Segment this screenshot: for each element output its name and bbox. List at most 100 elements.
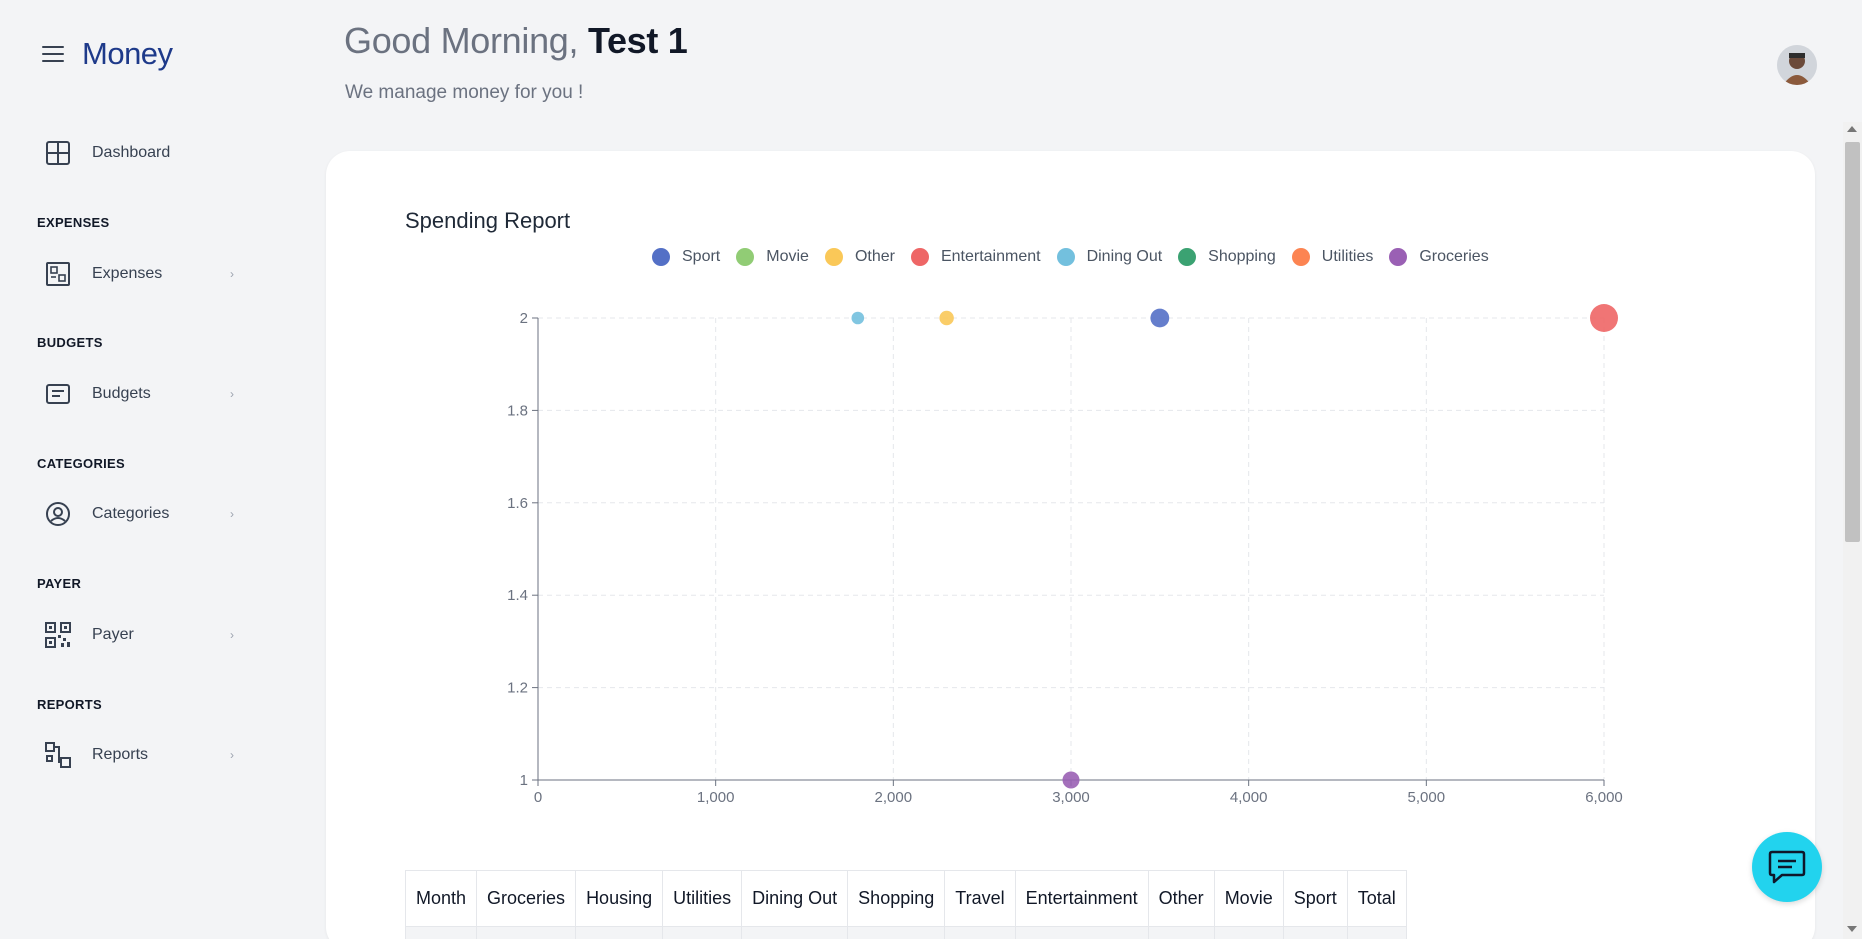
legend-swatch — [824, 248, 843, 266]
sidebar-item-label: Dashboard — [92, 144, 171, 161]
legend-item[interactable]: Movie — [736, 248, 809, 266]
legend-item[interactable]: Sport — [652, 248, 720, 266]
table-cell — [575, 926, 664, 939]
sidebar-item-label: Categories — [92, 505, 170, 522]
legend-item[interactable]: Other — [824, 248, 895, 266]
expenses-icon — [44, 260, 72, 288]
chat-button[interactable] — [1752, 832, 1822, 902]
chart-legend: Sport Movie Other Entertainment Dining Out Sh… — [652, 248, 1505, 266]
y-tick-label: 1.2 — [507, 680, 528, 697]
legend-label: Entertainment — [940, 248, 1041, 265]
sidebar-item-categories[interactable]: Categories › — [44, 498, 234, 530]
legend-swatch — [1291, 248, 1310, 266]
x-tick-label: 2,000 — [875, 789, 913, 806]
x-tick-label: 3,000 — [1052, 789, 1090, 806]
table-cell — [1014, 926, 1149, 939]
reports-icon — [44, 741, 72, 769]
column-header[interactable]: Other — [1147, 870, 1215, 927]
scroll-up-arrow-icon[interactable] — [1847, 126, 1857, 132]
table-cell — [847, 926, 946, 939]
legend-label: Movie — [766, 248, 809, 265]
page-subtitle: We manage money for you ! — [345, 82, 584, 103]
legend-swatch — [1056, 248, 1075, 266]
section-heading-reports: REPORTS — [37, 697, 102, 712]
column-header[interactable]: Movie — [1213, 870, 1284, 927]
column-header[interactable]: Entertainment — [1014, 870, 1149, 927]
table-row — [404, 926, 1407, 939]
chevron-right-icon: › — [230, 628, 234, 642]
table-cell — [404, 926, 478, 939]
table-cell — [1346, 926, 1407, 939]
column-header[interactable]: Sport — [1282, 870, 1348, 927]
chart-title: Spending Report — [405, 208, 571, 233]
sidebar-item-reports[interactable]: Reports › — [44, 739, 234, 771]
scroll-down-arrow-icon[interactable] — [1847, 926, 1857, 932]
chevron-right-icon: › — [230, 267, 234, 281]
hamburger-menu-icon[interactable] — [42, 46, 64, 62]
legend-label: Other — [854, 248, 895, 265]
spending-table: Month Groceries Housing Utilities Dining Out… — [404, 870, 1407, 939]
sidebar: Money Dashboard EXPENSES Expenses › BUDG… — [0, 0, 290, 939]
section-heading-payer: PAYER — [37, 576, 82, 591]
legend-item[interactable]: Entertainment — [910, 248, 1041, 266]
legend-item[interactable]: Dining Out — [1056, 248, 1163, 266]
legend-label: Sport — [682, 248, 721, 265]
x-tick-label: 5,000 — [1408, 789, 1446, 806]
x-tick-label: 1,000 — [697, 789, 735, 806]
y-tick-label: 2 — [520, 310, 528, 327]
sidebar-item-dashboard[interactable]: Dashboard — [44, 137, 234, 169]
legend-item[interactable]: Utilities — [1291, 248, 1374, 266]
sidebar-item-budgets[interactable]: Budgets › — [44, 378, 234, 410]
legend-swatch — [652, 248, 670, 266]
section-heading-budgets: BUDGETS — [37, 335, 103, 350]
data-point-sport — [1150, 308, 1170, 328]
legend-label: Dining Out — [1086, 248, 1163, 265]
sidebar-item-label: Reports — [92, 746, 149, 763]
avatar[interactable] — [1777, 45, 1817, 85]
data-point-groceries — [1062, 771, 1080, 789]
column-header[interactable]: Total — [1346, 870, 1407, 927]
x-tick-label: 4,000 — [1230, 789, 1268, 806]
data-point-dining-out — [851, 311, 865, 325]
sidebar-item-label: Expenses — [92, 265, 163, 282]
greeting-text: Good Morning, — [344, 20, 579, 61]
x-tick-label: 6,000 — [1585, 789, 1623, 806]
column-header[interactable]: Shopping — [847, 870, 946, 927]
sidebar-item-label: Budgets — [92, 385, 151, 402]
qr-code-icon — [44, 621, 72, 649]
table-cell — [662, 926, 743, 939]
chevron-right-icon: › — [230, 748, 234, 762]
table-cell — [1282, 926, 1348, 939]
brand: Money — [42, 36, 173, 72]
sidebar-item-expenses[interactable]: Expenses › — [44, 258, 234, 290]
data-point-entertainment — [1590, 304, 1618, 332]
user-circle-icon — [44, 500, 72, 528]
data-point-other — [939, 310, 954, 326]
column-header[interactable]: Utilities — [662, 870, 743, 927]
legend-item[interactable]: Groceries — [1389, 248, 1489, 266]
app-name: Money — [82, 36, 173, 71]
legend-label: Utilities — [1321, 248, 1374, 265]
column-header[interactable]: Month — [404, 870, 478, 927]
column-header[interactable]: Dining Out — [741, 870, 849, 927]
chevron-right-icon: › — [230, 507, 234, 521]
y-tick-label: 1.8 — [507, 402, 528, 419]
scatter-chart: 0 1,000 2,000 3,000 4,000 5,000 6,000 1 1.2 1.4 1.… — [507, 304, 1623, 806]
column-header[interactable]: Travel — [944, 870, 1016, 927]
greeting: Good Morning, Test 1 — [344, 20, 688, 62]
dashboard-grid-icon — [44, 139, 72, 167]
column-header[interactable]: Groceries — [476, 870, 577, 927]
sidebar-item-payer[interactable]: Payer › — [44, 619, 234, 651]
table-cell — [1213, 926, 1284, 939]
table-cell — [1147, 926, 1215, 939]
section-heading-expenses: EXPENSES — [37, 215, 110, 230]
legend-item[interactable]: Shopping — [1178, 248, 1276, 266]
table-cell — [741, 926, 849, 939]
user-name: Test 1 — [587, 20, 688, 61]
legend-swatch — [736, 248, 755, 266]
y-tick-label: 1 — [520, 772, 528, 789]
column-header[interactable]: Housing — [575, 870, 664, 927]
table-cell — [476, 926, 577, 939]
y-tick-label: 1.6 — [507, 495, 528, 512]
scrollbar-thumb[interactable] — [1845, 142, 1860, 542]
